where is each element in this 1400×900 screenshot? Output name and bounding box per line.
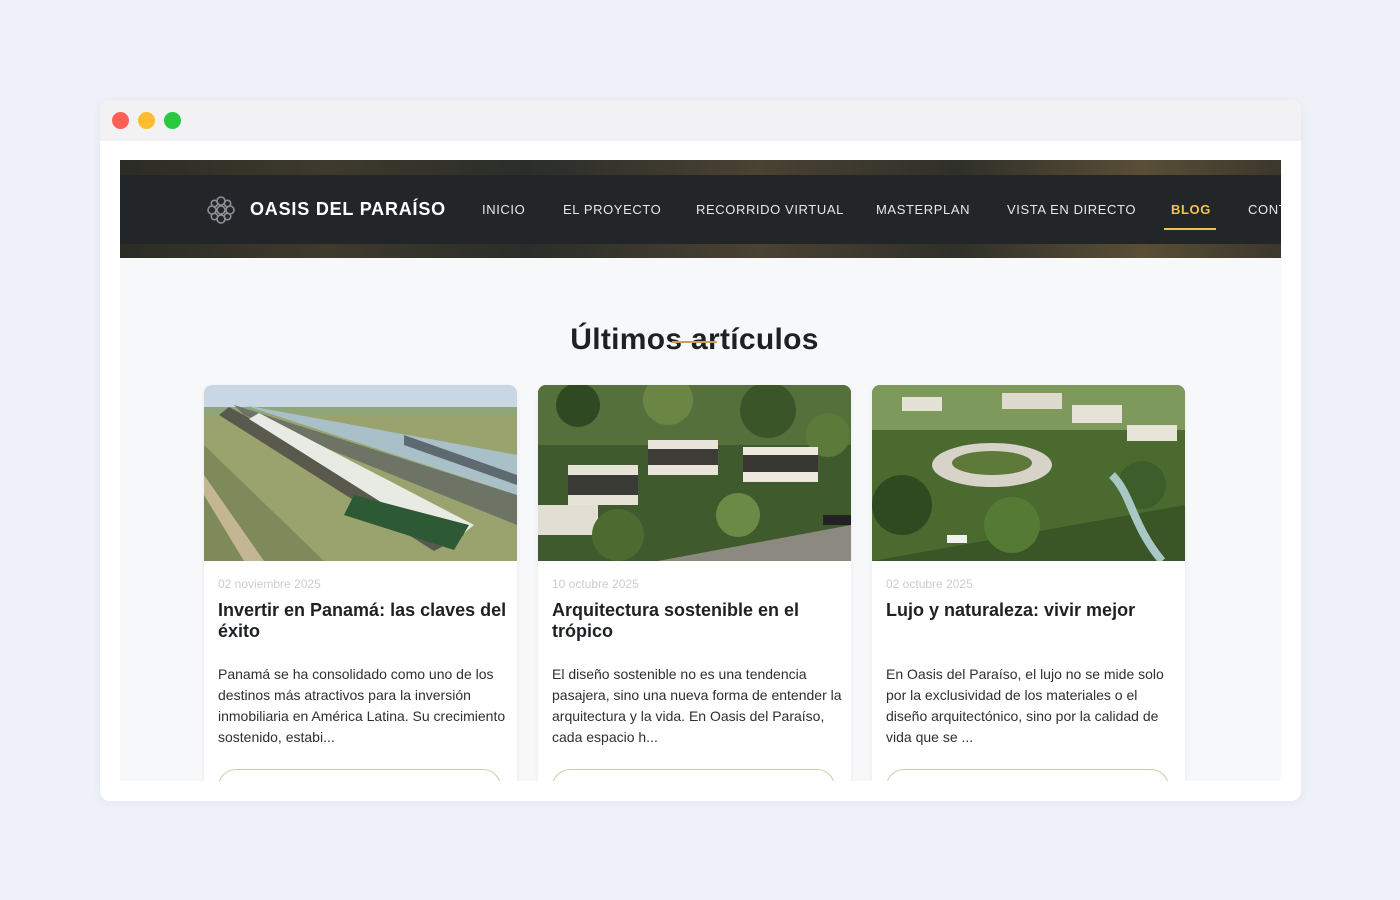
read-more-button[interactable] (886, 769, 1169, 781)
maximize-window-button[interactable] (164, 112, 181, 129)
page-viewport: OASIS DEL PARAÍSO INICIO EL PROYECTO REC… (120, 160, 1281, 781)
article-date: 10 octubre 2025 (552, 577, 639, 591)
window-titlebar (100, 100, 1301, 141)
title-divider (672, 341, 717, 343)
article-excerpt: En Oasis del Paraíso, el lujo no se mide… (886, 666, 1164, 745)
article-title[interactable]: Arquitectura sostenible en el trópico (552, 600, 842, 642)
read-more-button[interactable] (552, 769, 835, 781)
nav-item-blog[interactable]: BLOG (1171, 202, 1211, 217)
article-image-resort-aerial[interactable] (872, 385, 1185, 561)
article-date: 02 octubre 2025 (886, 577, 973, 591)
brand-name[interactable]: OASIS DEL PARAÍSO (250, 199, 446, 220)
article-image-panama-canal[interactable] (204, 385, 517, 561)
active-nav-indicator (1164, 228, 1216, 230)
close-window-button[interactable] (112, 112, 129, 129)
nav-item-masterplan[interactable]: MASTERPLAN (876, 202, 970, 217)
article-excerpt: Panamá se ha consolidado como uno de los… (218, 666, 506, 745)
article-date: 02 noviembre 2025 (218, 577, 321, 591)
nav-item-vista-en-directo[interactable]: VISTA EN DIRECTO (1007, 202, 1136, 217)
browser-window: OASIS DEL PARAÍSO INICIO EL PROYECTO REC… (100, 100, 1301, 801)
article-card[interactable]: 10 octubre 2025 Arquitectura sostenible … (538, 385, 851, 781)
section-title: Últimos artículos (570, 322, 819, 356)
nav-item-inicio[interactable]: INICIO (482, 202, 525, 217)
minimize-window-button[interactable] (138, 112, 155, 129)
nav-item-recorrido-virtual[interactable]: RECORRIDO VIRTUAL (696, 202, 844, 217)
nav-item-contacto[interactable]: CONT (1248, 202, 1281, 217)
read-more-button[interactable] (218, 769, 501, 781)
article-image-tropical-houses[interactable] (538, 385, 851, 561)
article-card[interactable]: 02 noviembre 2025 Invertir en Panamá: la… (204, 385, 517, 781)
spiral-flower-icon[interactable] (203, 192, 239, 228)
article-card[interactable]: 02 octubre 2025 Lujo y naturaleza: vivir… (872, 385, 1185, 781)
article-title[interactable]: Lujo y naturaleza: vivir mejor (886, 600, 1176, 621)
nav-item-el-proyecto[interactable]: EL PROYECTO (563, 202, 661, 217)
top-navbar: OASIS DEL PARAÍSO INICIO EL PROYECTO REC… (120, 175, 1281, 244)
article-title[interactable]: Invertir en Panamá: las claves del éxito (218, 600, 508, 642)
article-excerpt: El diseño sostenible no es una tendencia… (552, 666, 842, 745)
